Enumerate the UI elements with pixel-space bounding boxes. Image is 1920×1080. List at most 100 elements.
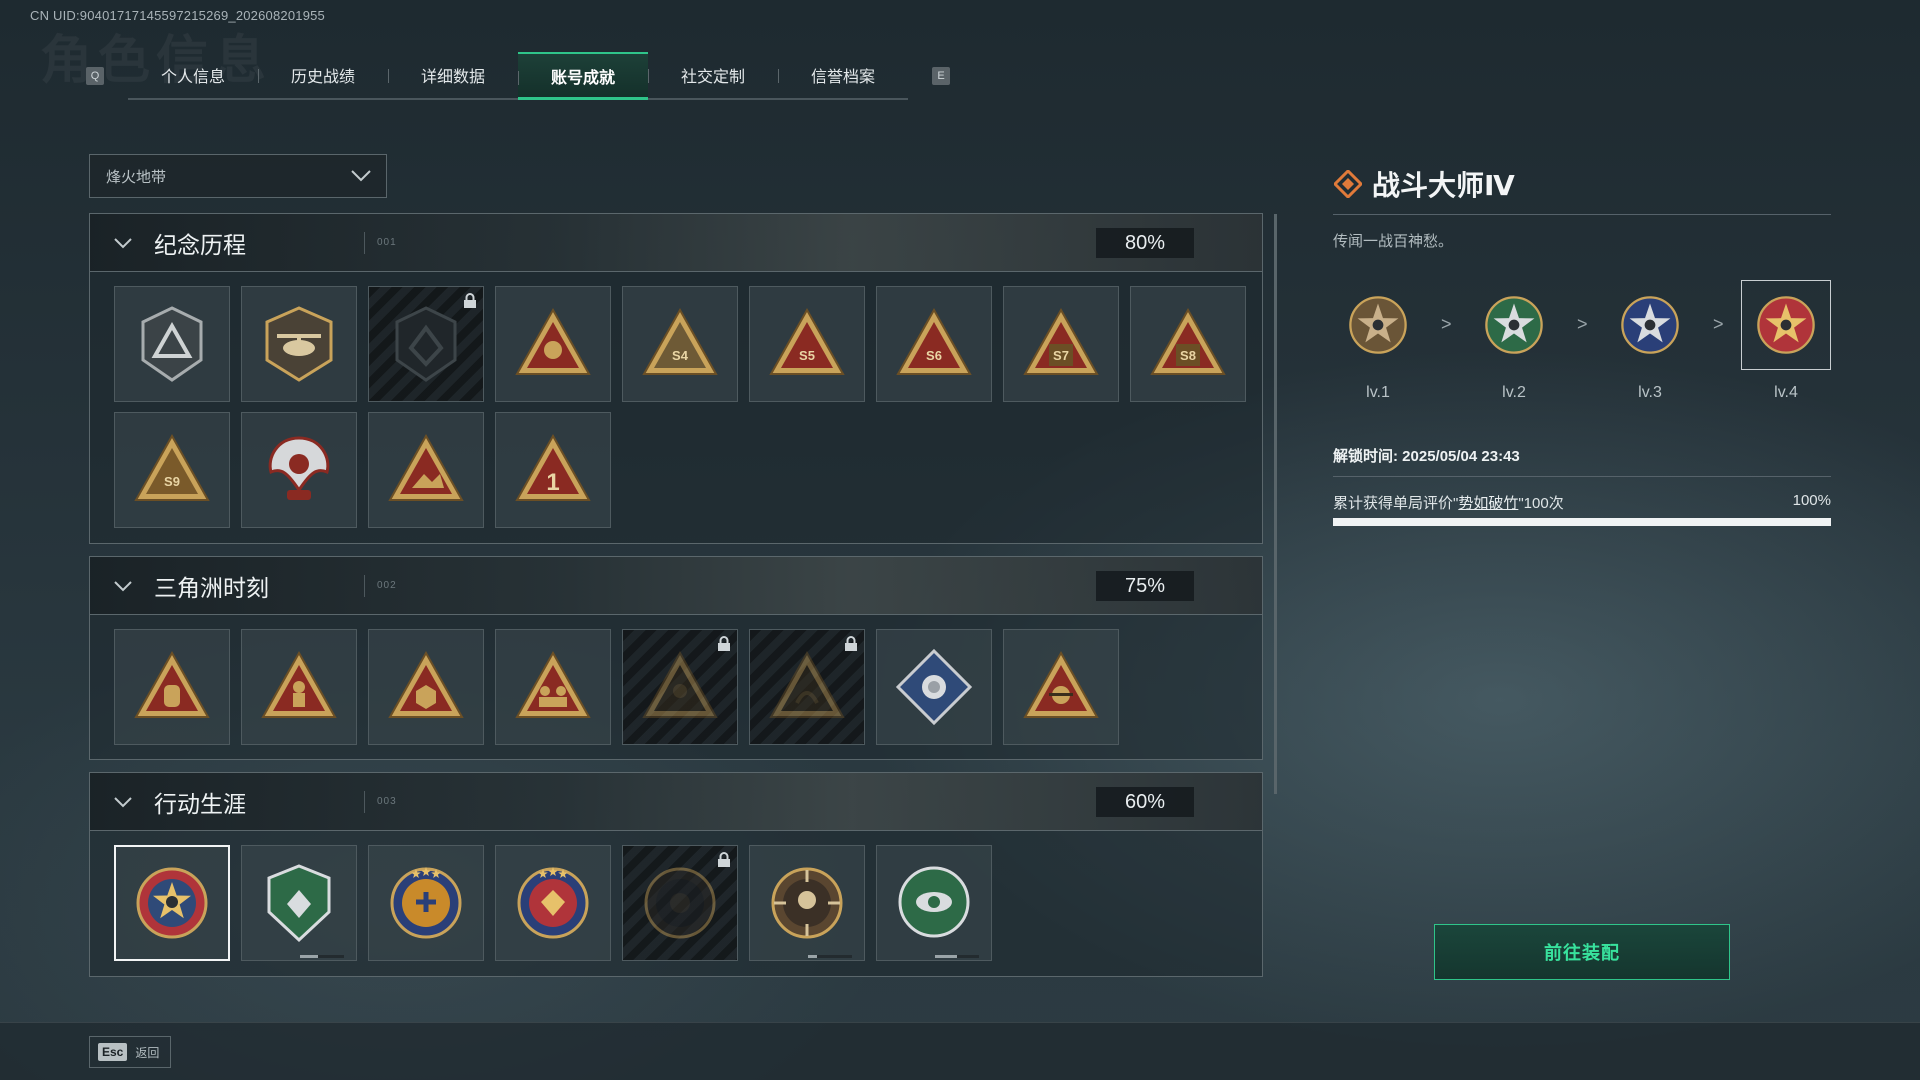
badge-grid xyxy=(90,615,1262,745)
season-s8-badge-icon: S8 xyxy=(1146,302,1230,386)
divider xyxy=(1333,476,1831,477)
serpent-badge-icon xyxy=(765,645,849,729)
tab-achievements[interactable]: 账号成就 xyxy=(518,52,648,100)
dark-orb-badge-icon xyxy=(637,860,723,946)
esc-key: Esc xyxy=(98,1043,128,1061)
requirement-highlight: 势如破竹 xyxy=(1458,495,1519,512)
badge-cell[interactable]: S7 xyxy=(1003,286,1119,402)
progress-fill xyxy=(1333,518,1831,526)
section-delta-moments: 三角洲时刻 002 75% xyxy=(89,556,1263,760)
badge-cell[interactable] xyxy=(622,845,738,961)
level-label: lv.1 xyxy=(1366,384,1390,401)
achievement-title-text: 战斗大师Ⅳ xyxy=(1372,170,1515,201)
level-medal-4[interactable] xyxy=(1741,280,1831,370)
collapse-chevron-icon[interactable] xyxy=(112,791,134,813)
badge-cell[interactable] xyxy=(241,845,357,961)
level-label: lv.3 xyxy=(1638,384,1662,401)
level-arrow: > xyxy=(1577,314,1588,334)
badge-cell[interactable] xyxy=(876,629,992,745)
badge-cell[interactable] xyxy=(368,286,484,402)
level-label: lv.4 xyxy=(1774,384,1798,401)
lock-icon xyxy=(845,636,857,651)
badge-cell[interactable]: S4 xyxy=(622,286,738,402)
section-code: 002 xyxy=(377,580,397,591)
requirement-progress-bar xyxy=(1333,518,1831,526)
level-medal-1[interactable] xyxy=(1333,280,1423,370)
badge-cell[interactable] xyxy=(241,412,357,528)
tab-personal-info[interactable]: 个人信息 xyxy=(128,52,258,98)
badge-cell[interactable] xyxy=(114,629,230,745)
back-button[interactable]: Esc 返回 xyxy=(89,1036,171,1068)
divider xyxy=(1333,214,1831,215)
helicopter-badge-icon xyxy=(259,304,339,384)
collapse-chevron-icon[interactable] xyxy=(112,232,134,254)
achievement-description: 传闻一战百神愁。 xyxy=(1333,233,1454,250)
badge-cell[interactable] xyxy=(495,845,611,961)
level-arrow: > xyxy=(1713,314,1724,334)
badge-cell[interactable] xyxy=(495,286,611,402)
badge-cell[interactable]: S6 xyxy=(876,286,992,402)
badge-cell[interactable]: S8 xyxy=(1130,286,1246,402)
badge-cell[interactable] xyxy=(1003,629,1119,745)
tab-reputation[interactable]: 信誉档案 xyxy=(778,52,908,98)
tab-bar: Q 个人信息 历史战绩 详细数据 账号成就 社交定制 信誉档案 E xyxy=(86,52,950,100)
tab-match-history[interactable]: 历史战绩 xyxy=(258,52,388,98)
badge-cell[interactable] xyxy=(749,629,865,745)
eagle-s10-badge-icon xyxy=(257,428,341,512)
badge-progress xyxy=(808,955,852,958)
svg-text:S4: S4 xyxy=(672,348,689,363)
level-arrow: > xyxy=(1441,314,1452,334)
badge-cell[interactable] xyxy=(114,286,230,402)
level-medal-2[interactable] xyxy=(1469,280,1559,370)
rose-diamond-badge-icon xyxy=(892,645,976,729)
skull-crest-badge-icon xyxy=(1019,645,1103,729)
section-code: 001 xyxy=(377,237,397,248)
divider xyxy=(364,231,365,254)
squad-badge-icon xyxy=(511,645,595,729)
badge-cell[interactable] xyxy=(241,629,357,745)
badge-grid xyxy=(90,831,1262,961)
badge-cell[interactable] xyxy=(368,412,484,528)
section-header[interactable]: 纪念历程 001 80% xyxy=(90,214,1262,272)
tab-detailed-stats[interactable]: 详细数据 xyxy=(388,52,518,98)
badge-cell[interactable] xyxy=(241,286,357,402)
badge-cell[interactable] xyxy=(876,845,992,961)
divider xyxy=(364,574,365,597)
lock-icon xyxy=(718,852,730,867)
badge-cell[interactable] xyxy=(368,845,484,961)
badge-cell[interactable] xyxy=(368,629,484,745)
prev-tab-key[interactable]: Q xyxy=(86,67,104,85)
badge-cell[interactable]: S9 xyxy=(114,412,230,528)
scrollbar[interactable] xyxy=(1274,214,1277,794)
tab-social-custom[interactable]: 社交定制 xyxy=(648,52,778,98)
section-header[interactable]: 三角洲时刻 002 75% xyxy=(90,557,1262,615)
dark-shield-badge-icon xyxy=(391,304,461,384)
triangle-shield-badge-icon xyxy=(137,304,207,384)
mode-dropdown[interactable]: 烽火地带 xyxy=(89,154,387,198)
collapse-chevron-icon[interactable] xyxy=(112,575,134,597)
badge-cell[interactable] xyxy=(749,845,865,961)
back-label: 返回 xyxy=(135,1045,160,1060)
level-medal-3[interactable] xyxy=(1605,280,1695,370)
mode-dropdown-value: 烽火地带 xyxy=(106,168,167,186)
section-title: 纪念历程 xyxy=(154,231,246,258)
bronze-star-medal-icon xyxy=(1349,296,1407,354)
badge-cell[interactable] xyxy=(114,845,230,961)
soldier-fire-badge-icon xyxy=(257,645,341,729)
hexagon-core-badge-icon xyxy=(384,645,468,729)
green-eye-badge-icon xyxy=(892,860,976,946)
section-operation-career: 行动生涯 003 60% xyxy=(89,772,1263,977)
achievement-title: 战斗大师Ⅳ xyxy=(1334,164,1515,204)
svg-text:S8: S8 xyxy=(1180,348,1196,363)
season-s6-badge-icon: S6 xyxy=(892,302,976,386)
red-star-crest-badge-icon xyxy=(510,860,596,946)
badge-grid: S4 S5 S6 S7 S8 S9 1 xyxy=(90,272,1262,528)
level-label: lv.2 xyxy=(1502,384,1526,401)
badge-cell[interactable]: S5 xyxy=(749,286,865,402)
next-tab-key[interactable]: E xyxy=(932,67,950,85)
equip-button[interactable]: 前往装配 xyxy=(1434,924,1730,980)
badge-cell[interactable] xyxy=(495,629,611,745)
section-header[interactable]: 行动生涯 003 60% xyxy=(90,773,1262,831)
badge-cell[interactable]: 1 xyxy=(495,412,611,528)
badge-cell[interactable] xyxy=(622,629,738,745)
